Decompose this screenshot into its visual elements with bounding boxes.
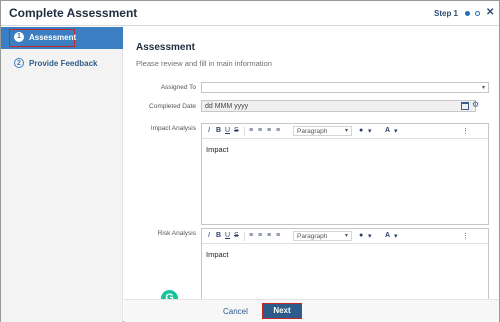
main-content: Assessment Please review and fill in mai… [124, 27, 499, 299]
align-right-icon[interactable]: ≡ [267, 127, 271, 134]
chevron-down-icon: ▾ [344, 128, 348, 134]
italic-button[interactable]: I [208, 232, 210, 239]
step-dot-next [475, 11, 480, 16]
completed-date-label: Completed Date [149, 103, 196, 110]
chevron-down-icon[interactable]: ▾ [394, 232, 398, 240]
chevron-down-icon[interactable]: ▾ [394, 127, 398, 135]
close-icon[interactable]: ✕ [486, 7, 494, 18]
step-number-badge: 2 [14, 58, 24, 68]
risk-analysis-editor[interactable]: I B U S ≡ ≡ ≡ ≡ Paragraph ▾ ● ▾ A ▾ ⋮ Im… [201, 228, 489, 299]
fill-color-icon[interactable]: ● [359, 232, 363, 239]
sidebar-item-label: Assessment [29, 33, 77, 42]
impact-analysis-label: Impact Analysis [150, 125, 196, 132]
next-button[interactable]: Next [262, 303, 302, 319]
chevron-down-icon[interactable]: ▾ [368, 232, 372, 240]
align-right-icon[interactable]: ≡ [267, 232, 271, 239]
section-title: Assessment [136, 42, 195, 53]
align-justify-icon[interactable]: ≡ [276, 232, 280, 239]
toolbar-divider [244, 127, 245, 136]
calendar-icon[interactable] [461, 102, 469, 110]
align-left-icon[interactable]: ≡ [249, 127, 253, 134]
dialog: Complete Assessment Step 1 ✕ 1 Assessmen… [0, 0, 500, 322]
dialog-title: Complete Assessment [9, 6, 138, 20]
editor-toolbar: I B U S ≡ ≡ ≡ ≡ Paragraph ▾ ● ▾ A ▾ ⋮ [202, 229, 488, 244]
gear-icon[interactable]: ⚙ [472, 100, 479, 109]
sidebar-item-provide-feedback[interactable]: 2 Provide Feedback [1, 53, 123, 75]
paragraph-select[interactable]: Paragraph ▾ [293, 126, 352, 136]
chevron-down-icon: ▾ [344, 233, 348, 239]
sidebar-item-label: Provide Feedback [29, 59, 98, 68]
date-placeholder: dd MMM yyyy [205, 103, 249, 110]
dialog-header: Complete Assessment Step 1 ✕ [1, 1, 499, 26]
paragraph-label: Paragraph [297, 128, 328, 135]
chevron-down-icon: ▾ [481, 85, 485, 91]
strikethrough-button[interactable]: S [234, 127, 239, 134]
editor-toolbar: I B U S ≡ ≡ ≡ ≡ Paragraph ▾ ● ▾ A ▾ ⋮ [202, 124, 488, 139]
editor-content[interactable]: Impact [206, 250, 229, 259]
more-options-icon[interactable]: ⋮ [462, 127, 469, 135]
step-indicator-label: Step 1 [434, 9, 459, 18]
paragraph-label: Paragraph [297, 233, 328, 240]
paragraph-select[interactable]: Paragraph ▾ [293, 231, 352, 241]
fill-color-icon[interactable]: ● [359, 127, 363, 134]
align-center-icon[interactable]: ≡ [258, 127, 262, 134]
bold-button[interactable]: B [216, 232, 221, 239]
align-left-icon[interactable]: ≡ [249, 232, 253, 239]
cancel-button[interactable]: Cancel [223, 307, 248, 316]
dialog-footer: Cancel Next [124, 299, 499, 322]
align-justify-icon[interactable]: ≡ [276, 127, 280, 134]
step-dot-current [465, 11, 470, 16]
assigned-to-select[interactable]: ▾ [201, 82, 489, 93]
editor-content[interactable]: Impact [206, 145, 229, 154]
risk-analysis-label: Risk Analysis [157, 230, 196, 237]
font-color-button[interactable]: A [385, 232, 390, 239]
steps-sidebar: 1 Assessment 2 Provide Feedback [1, 27, 123, 322]
impact-analysis-editor[interactable]: I B U S ≡ ≡ ≡ ≡ Paragraph ▾ ● ▾ A ▾ ⋮ Im… [201, 123, 489, 225]
section-subtitle: Please review and fill in main informati… [136, 59, 272, 68]
align-center-icon[interactable]: ≡ [258, 232, 262, 239]
bold-button[interactable]: B [216, 127, 221, 134]
font-color-button[interactable]: A [385, 127, 390, 134]
italic-button[interactable]: I [208, 127, 210, 134]
completed-date-input[interactable]: dd MMM yyyy [201, 100, 476, 112]
underline-button[interactable]: U [225, 127, 230, 134]
sidebar-item-assessment[interactable]: 1 Assessment [1, 27, 123, 49]
more-options-icon[interactable]: ⋮ [462, 232, 469, 240]
assigned-to-label: Assigned To [160, 84, 196, 91]
strikethrough-button[interactable]: S [234, 232, 239, 239]
chevron-down-icon[interactable]: ▾ [368, 127, 372, 135]
step-number-badge: 1 [14, 32, 24, 42]
toolbar-divider [244, 232, 245, 241]
underline-button[interactable]: U [225, 232, 230, 239]
